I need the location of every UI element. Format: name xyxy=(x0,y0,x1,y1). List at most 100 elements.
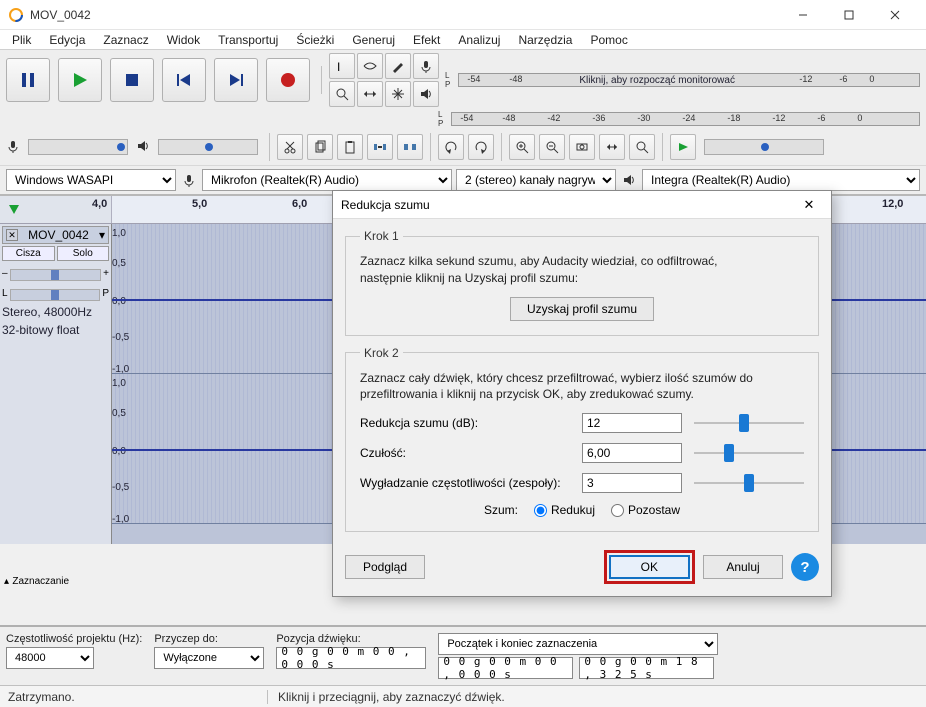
speaker-icon xyxy=(136,139,150,156)
zoom-toggle-icon[interactable] xyxy=(629,134,655,160)
help-icon[interactable]: ? xyxy=(791,553,819,581)
mic-meter-icon xyxy=(413,53,439,79)
zoom-in-icon[interactable] xyxy=(509,134,535,160)
project-rate-select[interactable]: 48000 xyxy=(6,647,94,669)
toolbars: I LP Kliknij, aby rozpocząć monitorować … xyxy=(0,50,926,196)
zoom-out-icon[interactable] xyxy=(539,134,565,160)
track-menu-icon[interactable]: ▾ xyxy=(99,228,105,242)
trim-icon[interactable] xyxy=(367,134,393,160)
status-left: Zatrzymano. xyxy=(8,690,268,704)
maximize-button[interactable] xyxy=(826,0,872,30)
envelope-tool-icon[interactable] xyxy=(357,53,383,79)
selection-end[interactable]: 0 0 g 0 0 m 1 8 , 3 2 5 s xyxy=(579,657,714,679)
mic-icon xyxy=(6,139,20,156)
rec-channels-select[interactable]: 2 (stereo) kanały nagrywa xyxy=(456,169,616,191)
zoom-fit-icon[interactable] xyxy=(599,134,625,160)
speaker-icon xyxy=(620,171,638,189)
paste-icon[interactable] xyxy=(337,134,363,160)
dialog-close-icon[interactable]: ✕ xyxy=(795,191,823,219)
noise-label: Szum: xyxy=(484,503,518,517)
sensitivity-label: Czułość: xyxy=(360,446,570,460)
menu-narzedzia[interactable]: Narzędzia xyxy=(510,31,580,49)
recording-meter[interactable]: Kliknij, aby rozpocząć monitorować -54 -… xyxy=(458,73,920,87)
get-profile-button[interactable]: Uzyskaj profil szumu xyxy=(510,297,654,321)
reduction-slider[interactable] xyxy=(694,413,804,433)
selection-start[interactable]: 0 0 g 0 0 m 0 0 , 0 0 0 s xyxy=(438,657,573,679)
selection-tool-icon[interactable]: I xyxy=(329,53,355,79)
minimize-button[interactable] xyxy=(780,0,826,30)
ok-button[interactable]: OK xyxy=(609,555,690,579)
app-logo-icon xyxy=(8,7,24,23)
menu-generuj[interactable]: Generuj xyxy=(344,31,403,49)
menu-zaznacz[interactable]: Zaznacz xyxy=(95,31,156,49)
project-rate-label: Częstotliwość projektu (Hz): xyxy=(6,633,142,645)
solo-button[interactable]: Solo xyxy=(57,246,110,261)
record-button[interactable] xyxy=(266,58,310,102)
sensitivity-slider[interactable] xyxy=(694,443,804,463)
redo-icon[interactable] xyxy=(468,134,494,160)
snap-label: Przyczep do: xyxy=(154,633,264,645)
sensitivity-input[interactable] xyxy=(582,443,682,463)
window-title: MOV_0042 xyxy=(30,8,780,22)
play-device-select[interactable]: Integra (Realtek(R) Audio) xyxy=(642,169,920,191)
track-meta1: Stereo, 48000Hz xyxy=(2,305,109,319)
statusbar: Zatrzymano. Kliknij i przeciągnij, aby z… xyxy=(0,685,926,707)
play-speed-slider[interactable] xyxy=(704,139,824,155)
radio-keep[interactable]: Pozostaw xyxy=(611,503,680,517)
silence-icon[interactable] xyxy=(397,134,423,160)
audio-position-value[interactable]: 0 0 g 0 0 m 0 0 , 0 0 0 s xyxy=(276,647,426,669)
copy-icon[interactable] xyxy=(307,134,333,160)
menubar: Plik Edycja Zaznacz Widok Transportuj Śc… xyxy=(0,30,926,50)
rec-device-select[interactable]: Mikrofon (Realtek(R) Audio) xyxy=(202,169,452,191)
cancel-button[interactable]: Anuluj xyxy=(703,555,783,579)
mute-button[interactable]: Cisza xyxy=(2,246,55,261)
audio-host-select[interactable]: Windows WASAPI xyxy=(6,169,176,191)
track-control-panel[interactable]: ✕ MOV_0042 ▾ Cisza Solo – + L P Stereo, … xyxy=(0,224,112,544)
radio-reduce[interactable]: Redukuj xyxy=(534,503,595,517)
zoom-sel-icon[interactable] xyxy=(569,134,595,160)
selection-toolbar: Częstotliwość projektu (Hz): 48000 Przyc… xyxy=(0,625,926,685)
pan-slider[interactable] xyxy=(10,289,101,301)
play-at-speed-icon[interactable] xyxy=(670,134,696,160)
undo-icon[interactable] xyxy=(438,134,464,160)
track-meta2: 32-bitowy float xyxy=(2,323,109,337)
menu-edycja[interactable]: Edycja xyxy=(41,31,93,49)
rec-volume-slider[interactable] xyxy=(28,139,128,155)
titlebar: MOV_0042 xyxy=(0,0,926,30)
reduction-input[interactable] xyxy=(582,413,682,433)
menu-widok[interactable]: Widok xyxy=(159,31,208,49)
selection-mode-select[interactable]: Początek i koniec zaznaczenia xyxy=(438,633,718,655)
playback-meter[interactable]: -54 -48 -42 -36 -30 -24 -18 -12 -6 0 xyxy=(451,112,920,126)
cut-icon[interactable] xyxy=(277,134,303,160)
preview-button[interactable]: Podgląd xyxy=(345,555,425,579)
pause-button[interactable] xyxy=(6,58,50,102)
timeshift-tool-icon[interactable] xyxy=(357,81,383,107)
reduction-label: Redukcja szumu (dB): xyxy=(360,416,570,430)
zoom-tool-icon[interactable] xyxy=(329,81,355,107)
ok-highlight: OK xyxy=(604,550,695,584)
smoothing-input[interactable] xyxy=(582,473,682,493)
menu-analizuj[interactable]: Analizuj xyxy=(450,31,508,49)
track-close-icon[interactable]: ✕ xyxy=(6,229,18,241)
menu-plik[interactable]: Plik xyxy=(4,31,39,49)
snap-select[interactable]: Wyłączone xyxy=(154,647,264,669)
skip-start-button[interactable] xyxy=(162,58,206,102)
rec-meter-hint: Kliknij, aby rozpocząć monitorować xyxy=(579,75,735,86)
draw-tool-icon[interactable] xyxy=(385,53,411,79)
menu-efekt[interactable]: Efekt xyxy=(405,31,448,49)
step2-legend: Krok 2 xyxy=(360,346,403,360)
menu-transportuj[interactable]: Transportuj xyxy=(210,31,286,49)
play-button[interactable] xyxy=(58,58,102,102)
gain-slider[interactable] xyxy=(10,269,102,281)
smoothing-slider[interactable] xyxy=(694,473,804,493)
close-button[interactable] xyxy=(872,0,918,30)
multi-tool-icon[interactable] xyxy=(385,81,411,107)
step1-legend: Krok 1 xyxy=(360,229,403,243)
stop-button[interactable] xyxy=(110,58,154,102)
track-name: MOV_0042 xyxy=(18,228,99,242)
skip-end-button[interactable] xyxy=(214,58,258,102)
smoothing-label: Wygładzanie częstotliwości (zespoły): xyxy=(360,476,570,490)
menu-pomoc[interactable]: Pomoc xyxy=(582,31,635,49)
menu-sciezki[interactable]: Ścieżki xyxy=(288,31,342,49)
play-volume-slider[interactable] xyxy=(158,139,258,155)
